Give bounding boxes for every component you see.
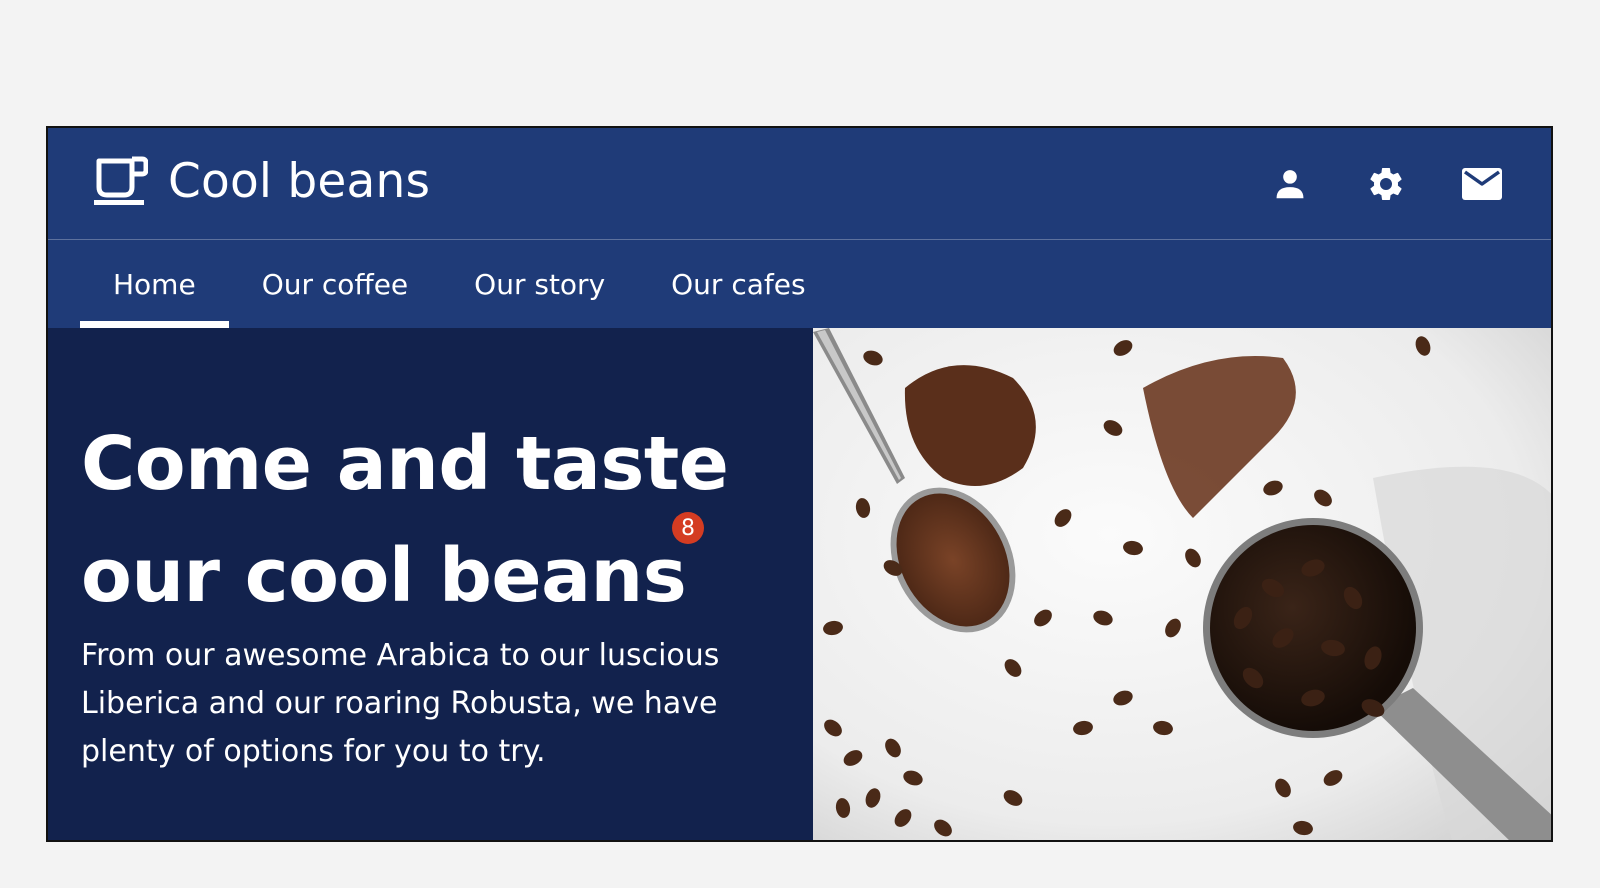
hero-title-line2: our cool beans [81, 533, 687, 619]
mail-icon[interactable] [1461, 163, 1503, 205]
nav-item-our-story[interactable]: Our story [441, 240, 638, 328]
hero-section: Come and taste our cool beans 8 From our… [48, 328, 813, 840]
nav-item-our-cafes[interactable]: Our cafes [638, 240, 838, 328]
notification-badge: 8 [672, 512, 704, 544]
header-actions [1269, 163, 1503, 205]
nav-item-home[interactable]: Home [80, 240, 229, 328]
brand-title: Cool beans [168, 153, 431, 209]
coffee-cup-icon [92, 155, 148, 207]
hero-title-line1: Come and taste [81, 421, 729, 507]
user-icon[interactable] [1269, 163, 1311, 205]
hero-description: From our awesome Arabica to our luscious… [81, 638, 720, 769]
app-frame: Cool beans Home Our coffee Our story Our… [46, 126, 1553, 842]
top-bar: Cool beans [48, 128, 1551, 240]
brand[interactable]: Cool beans [92, 155, 430, 207]
hero-coffee-image [813, 328, 1551, 840]
nav-item-our-coffee[interactable]: Our coffee [229, 240, 441, 328]
settings-gear-icon[interactable] [1365, 163, 1407, 205]
main-nav: Home Our coffee Our story Our cafes [80, 240, 839, 328]
